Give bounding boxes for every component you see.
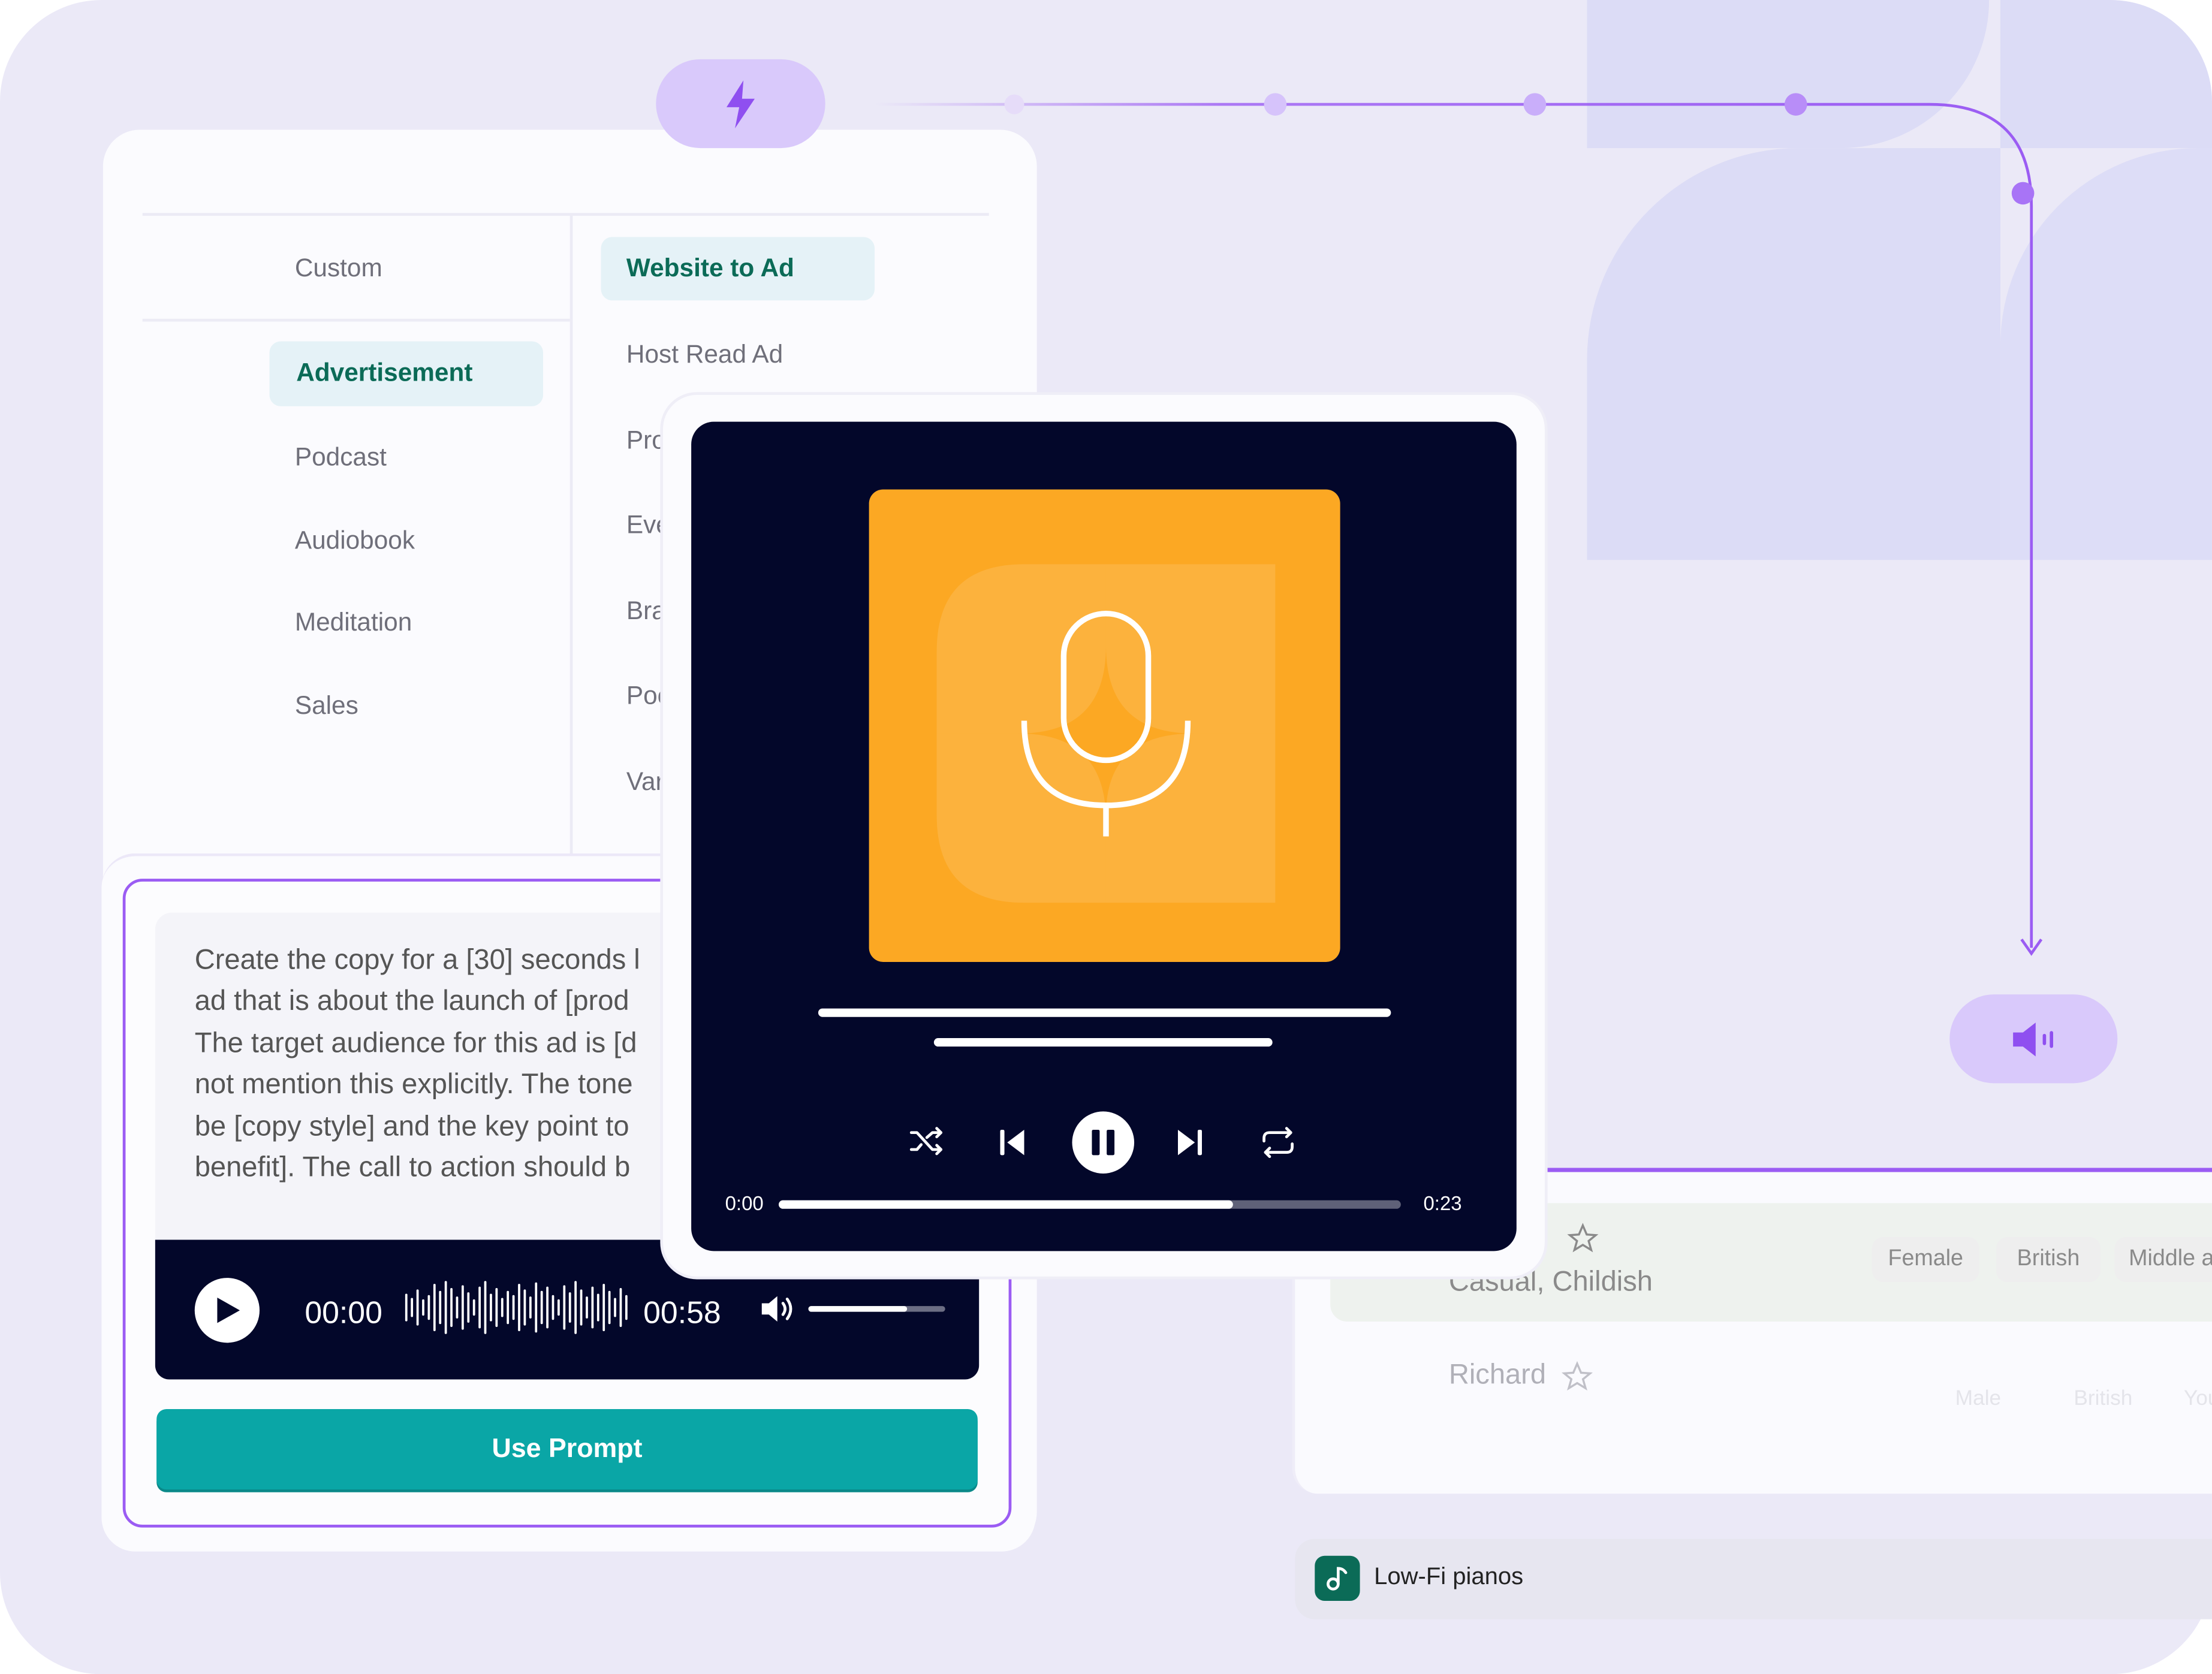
music-track-name: Low-Fi pianos bbox=[1374, 1563, 1524, 1590]
category-podcast[interactable]: Podcast bbox=[295, 443, 387, 472]
album-cover bbox=[869, 489, 1340, 962]
star-icon[interactable] bbox=[1562, 1361, 1593, 1392]
use-prompt-label: Use Prompt bbox=[492, 1434, 643, 1464]
generate-step-badge bbox=[656, 59, 825, 149]
music-note-icon bbox=[1315, 1555, 1360, 1601]
use-prompt-button[interactable]: Use Prompt bbox=[156, 1408, 978, 1490]
divider bbox=[569, 214, 573, 864]
previous-icon[interactable] bbox=[999, 1127, 1027, 1158]
play-icon bbox=[217, 1298, 240, 1323]
category-audiobook[interactable]: Audiobook bbox=[295, 526, 415, 556]
volume-icon[interactable] bbox=[759, 1292, 795, 1326]
category-sales[interactable]: Sales bbox=[295, 691, 358, 720]
speaker-icon bbox=[2012, 1021, 2053, 1056]
main-player: 0:00 0:23 bbox=[691, 421, 1517, 1251]
star-icon[interactable] bbox=[1567, 1223, 1599, 1254]
track-artist-bar bbox=[933, 1038, 1273, 1047]
divider bbox=[142, 318, 570, 322]
voice-tag-gender: Female bbox=[1872, 1236, 1979, 1283]
voice-name[interactable]: Richard bbox=[1449, 1360, 1546, 1392]
voice-tag-age: Middle ag bbox=[2114, 1236, 2212, 1283]
music-track-bar[interactable]: Low-Fi pianos bbox=[1295, 1539, 2212, 1619]
player-total-time: 0:23 bbox=[1423, 1192, 1462, 1215]
volume-slider-fill bbox=[808, 1306, 907, 1312]
next-icon[interactable] bbox=[1175, 1127, 1203, 1158]
voice-tag-age: You bbox=[2183, 1386, 2212, 1411]
template-item[interactable]: Bra bbox=[626, 596, 666, 626]
playback-progress[interactable] bbox=[779, 1200, 1401, 1209]
total-time: 00:58 bbox=[643, 1295, 721, 1331]
template-item[interactable]: Pro bbox=[626, 426, 666, 456]
template-website-to-ad-label: Website to Ad bbox=[626, 254, 794, 282]
current-time: 00:00 bbox=[305, 1295, 382, 1331]
voice-tag-accent: British bbox=[2074, 1386, 2133, 1411]
template-host-read-ad[interactable]: Host Read Ad bbox=[626, 340, 783, 369]
shuffle-icon[interactable] bbox=[909, 1126, 945, 1157]
microphone-icon bbox=[1021, 610, 1191, 837]
voice-tag-gender: Male bbox=[1955, 1386, 2002, 1411]
category-advertisement-label: Advertisement bbox=[296, 358, 473, 387]
category-meditation[interactable]: Meditation bbox=[295, 608, 412, 637]
pause-icon bbox=[1092, 1129, 1115, 1156]
divider bbox=[142, 213, 989, 216]
template-website-to-ad[interactable]: Website to Ad bbox=[601, 237, 875, 301]
category-custom[interactable]: Custom bbox=[295, 254, 382, 283]
repeat-icon[interactable] bbox=[1259, 1126, 1296, 1159]
play-button[interactable] bbox=[194, 1278, 260, 1343]
player-current-time: 0:00 bbox=[725, 1192, 764, 1215]
template-item[interactable]: Var bbox=[626, 767, 664, 797]
lightning-icon bbox=[726, 79, 755, 128]
volume-slider[interactable] bbox=[808, 1306, 945, 1312]
track-title-bar bbox=[818, 1008, 1391, 1017]
waveform[interactable] bbox=[403, 1279, 632, 1335]
playback-progress-fill bbox=[779, 1200, 1233, 1209]
voice-step-badge bbox=[1949, 994, 2118, 1084]
pause-button[interactable] bbox=[1072, 1111, 1135, 1174]
category-advertisement[interactable]: Advertisement bbox=[269, 341, 544, 406]
voice-tag-accent: British bbox=[1996, 1236, 2101, 1283]
